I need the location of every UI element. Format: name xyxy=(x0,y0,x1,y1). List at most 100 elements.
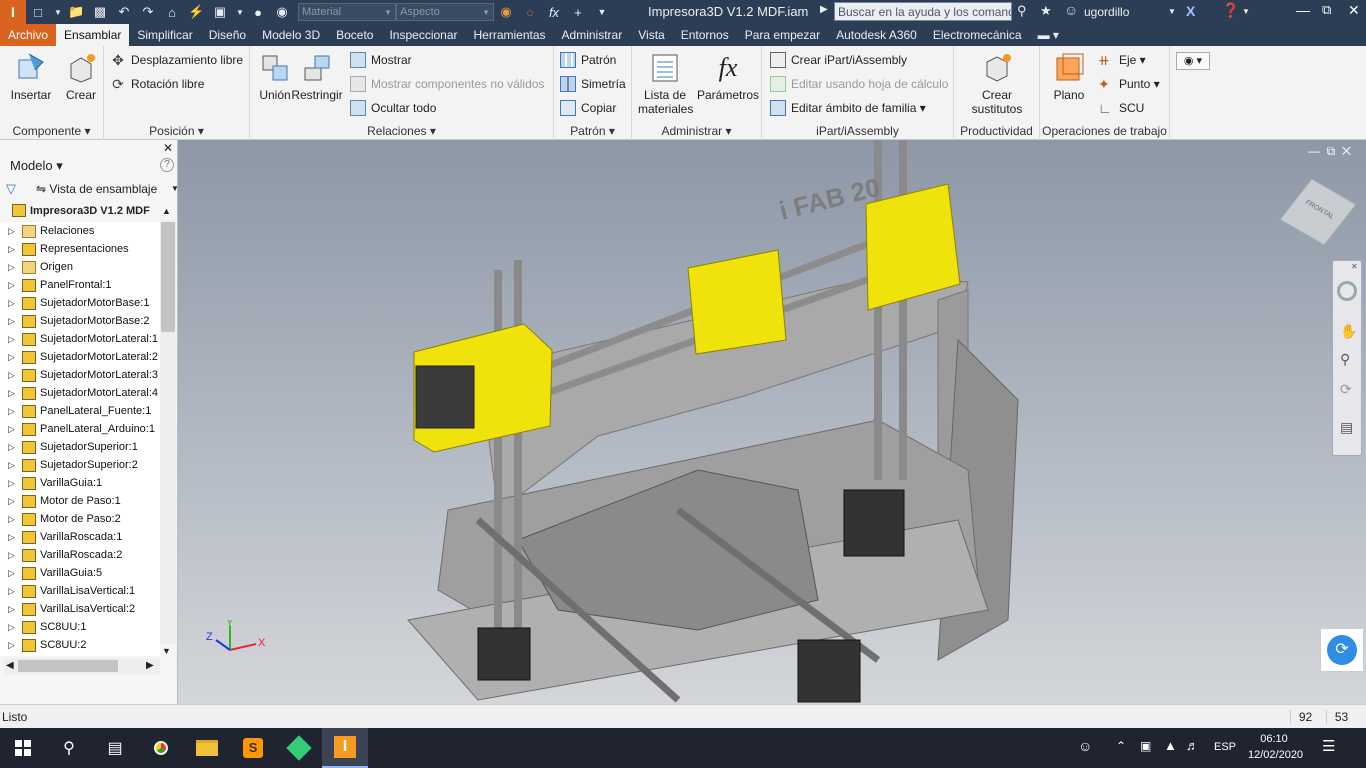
expand-arrow-icon[interactable]: ▷ xyxy=(8,424,18,435)
notifications-icon[interactable]: ☰ xyxy=(1322,737,1335,755)
fx-icon[interactable]: fx xyxy=(546,5,562,20)
expand-arrow-icon[interactable]: ▷ xyxy=(8,442,18,453)
tab-electromecanica[interactable]: Electromecánica xyxy=(925,24,1030,46)
expand-arrow-icon[interactable]: ▷ xyxy=(8,298,18,309)
editar-hoja-button[interactable]: Editar usando hoja de cálculo xyxy=(770,74,948,94)
binoculars-icon[interactable]: ⚲ xyxy=(1017,3,1027,19)
expand-arrow-icon[interactable]: ▷ xyxy=(8,622,18,633)
tree-node[interactable]: ▷ Representaciones xyxy=(0,240,160,258)
plus-icon[interactable]: + xyxy=(570,5,586,20)
volume-icon[interactable]: ♬ xyxy=(1186,738,1199,753)
scu-button[interactable]: ∟ SCU xyxy=(1098,98,1144,118)
scroll-down-icon[interactable]: ▼ xyxy=(162,646,171,656)
expand-arrow-icon[interactable]: ▷ xyxy=(8,514,18,525)
git-taskbar-button[interactable] xyxy=(276,728,322,768)
customize-icon[interactable]: ▼ xyxy=(594,7,610,17)
expand-arrow-icon[interactable]: ▷ xyxy=(8,568,18,579)
desplazamiento-libre-button[interactable]: ✥ Desplazamiento libre xyxy=(110,50,243,70)
group-label[interactable]: Posición ▾ xyxy=(104,124,249,138)
3d-viewport[interactable]: i FAB 20 — ⧉ ✕ FRONTAL ✕ ✋ ⚲ ⟳ ▤ ⟳ X Y Z xyxy=(178,140,1366,704)
appearance-combo[interactable]: Aspecto ▼ xyxy=(396,3,494,21)
tree-node[interactable]: ▷ SujetadorMotorBase:2 xyxy=(0,312,160,330)
language-indicator[interactable]: ESP xyxy=(1214,741,1236,753)
scrollbar-track[interactable] xyxy=(160,220,176,644)
sublime-taskbar-button[interactable]: S xyxy=(230,728,276,768)
tree-node[interactable]: ▷ VarillaLisaVertical:2 xyxy=(0,600,160,618)
restore-icon[interactable]: ⧉ xyxy=(1322,2,1331,18)
tree-node[interactable]: ▷ VarillaLisaVertical:1 xyxy=(0,582,160,600)
root-node[interactable]: Impresora3D V1.2 MDF xyxy=(12,204,150,217)
minimize-icon[interactable]: — xyxy=(1308,144,1320,158)
autodesk-x-icon[interactable]: X xyxy=(1186,3,1195,19)
tab-inspeccionar[interactable]: Inspeccionar xyxy=(381,24,465,46)
tree-node[interactable]: ▷ SujetadorSuperior:2 xyxy=(0,456,160,474)
close-icon[interactable]: ✕ xyxy=(1351,262,1358,271)
plano-button[interactable]: Plano xyxy=(1042,52,1096,102)
share-button[interactable]: ⟳ xyxy=(1320,628,1364,672)
mostrar-no-validos-button[interactable]: Mostrar componentes no válidos xyxy=(350,74,544,94)
search-button[interactable]: ⚲ xyxy=(46,728,92,768)
scroll-left-icon[interactable]: ◀ xyxy=(6,660,14,671)
crear-sustitutos-button[interactable]: Crear sustitutos xyxy=(964,52,1030,116)
tree-node[interactable]: ▷ PanelFrontal:1 xyxy=(0,276,160,294)
expand-arrow-icon[interactable]: ▷ xyxy=(8,496,18,507)
task-view-button[interactable]: ▤ xyxy=(92,728,138,768)
minimize-icon[interactable]: — xyxy=(1296,2,1310,18)
help-search-input[interactable]: Buscar en la ayuda y los comandos... xyxy=(834,2,1012,21)
copiar-button[interactable]: Copiar xyxy=(560,98,616,118)
crear-button[interactable]: Crear xyxy=(54,52,108,102)
update-icon[interactable]: ⚡ xyxy=(188,4,204,20)
expand-arrow-icon[interactable]: ▷ xyxy=(8,388,18,399)
insertar-button[interactable]: Insertar xyxy=(4,52,58,102)
tab-boceto[interactable]: Boceto xyxy=(328,24,381,46)
tab-herramientas[interactable]: Herramientas xyxy=(466,24,554,46)
tab-para-empezar[interactable]: Para empezar xyxy=(737,24,828,46)
printer-model[interactable]: i FAB 20 xyxy=(178,140,1366,704)
tree-node[interactable]: ▷ Motor de Paso:2 xyxy=(0,510,160,528)
scrollbar-thumb[interactable] xyxy=(161,222,175,332)
tree-node[interactable]: ▷ Motor de Paso:1 xyxy=(0,492,160,510)
inventor-taskbar-button[interactable]: I xyxy=(322,728,368,768)
tree-node[interactable]: ▷ VarillaRoscada:2 xyxy=(0,546,160,564)
tree-node[interactable]: ▷ SujetadorMotorLateral:2 xyxy=(0,348,160,366)
user-name[interactable]: ugordillo xyxy=(1084,5,1129,19)
people-icon[interactable]: ☺ xyxy=(1078,738,1092,754)
zoom-icon[interactable]: ⚲ xyxy=(1340,351,1350,368)
expand-arrow-icon[interactable]: ▷ xyxy=(8,370,18,381)
tab-modelo-3d[interactable]: Modelo 3D xyxy=(254,24,328,46)
app-logo[interactable]: I xyxy=(0,0,26,24)
expand-arrow-icon[interactable]: ▷ xyxy=(8,262,18,273)
group-label[interactable]: Patrón ▾ xyxy=(554,124,631,138)
expand-arrow-icon[interactable]: ▷ xyxy=(8,406,18,417)
tab-autodesk-a360[interactable]: Autodesk A360 xyxy=(828,24,925,46)
color-icon[interactable]: ● xyxy=(250,5,266,20)
view-selector[interactable]: ⇋ Vista de ensamblaje xyxy=(36,182,157,196)
chevron-down-icon[interactable]: ▼ xyxy=(236,8,244,17)
expand-arrow-icon[interactable]: ▷ xyxy=(8,460,18,471)
expand-arrow-icon[interactable]: ▷ xyxy=(8,640,18,651)
expand-arrow-icon[interactable]: ▷ xyxy=(8,334,18,345)
clock-date[interactable]: 12/02/2020 xyxy=(1248,749,1303,761)
tab-ensamblar[interactable]: Ensamblar xyxy=(56,24,130,46)
rotacion-libre-button[interactable]: ⟳ Rotación libre xyxy=(110,74,204,94)
new-file-icon[interactable]: □ xyxy=(30,5,46,20)
expand-arrow-icon[interactable]: ▷ xyxy=(8,352,18,363)
tree-node[interactable]: ▷ SujetadorMotorLateral:3 xyxy=(0,366,160,384)
expand-arrow-icon[interactable]: ▷ xyxy=(8,532,18,543)
close-icon[interactable]: ✕ xyxy=(1348,2,1360,19)
tree-node[interactable]: ▷ VarillaGuia:1 xyxy=(0,474,160,492)
expand-arrow-icon[interactable]: ▷ xyxy=(8,550,18,561)
tree-node[interactable]: ▷ PanelLateral_Arduino:1 xyxy=(0,420,160,438)
hscrollbar[interactable] xyxy=(4,658,160,674)
explorer-taskbar-button[interactable] xyxy=(184,728,230,768)
save-icon[interactable]: ▩ xyxy=(92,4,108,20)
tab-vista[interactable]: Vista xyxy=(630,24,672,46)
chevron-right-icon[interactable]: ▶ xyxy=(820,4,828,15)
user-icon[interactable]: ☺ xyxy=(1064,2,1078,18)
expand-arrow-icon[interactable]: ▷ xyxy=(8,244,18,255)
tree-node[interactable]: ▷ SC8UU:2 xyxy=(0,636,160,654)
expand-arrow-icon[interactable]: ▷ xyxy=(8,226,18,237)
tree-node[interactable]: ▷ VarillaRoscada:1 xyxy=(0,528,160,546)
close-icon[interactable]: ✕ xyxy=(1342,144,1351,158)
tree-node[interactable]: ▷ PanelLateral_Fuente:1 xyxy=(0,402,160,420)
